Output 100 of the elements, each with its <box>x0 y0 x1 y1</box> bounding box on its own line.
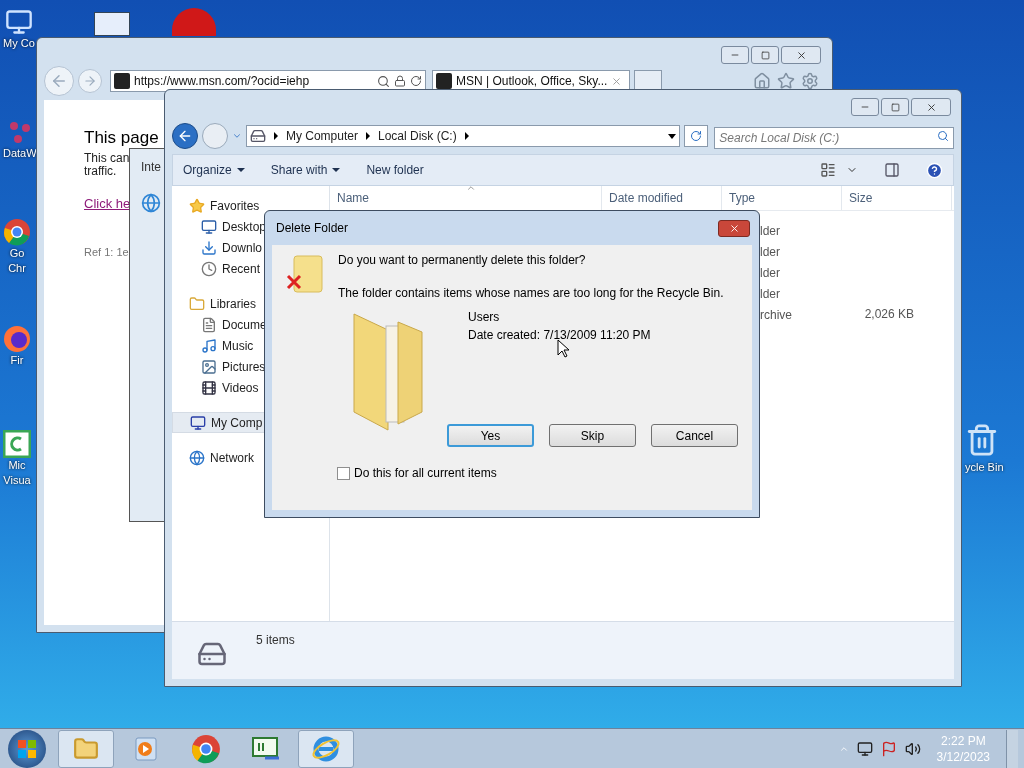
firefox-icon <box>3 325 31 353</box>
desktop-icon-label[interactable]: Visua <box>3 473 31 488</box>
maximize-button[interactable] <box>881 98 909 116</box>
column-header[interactable]: Size <box>842 186 952 210</box>
breadcrumb-arrow-icon <box>273 132 278 140</box>
file-type-cell: lder <box>760 244 780 259</box>
nav-item[interactable]: Favorites <box>172 195 329 216</box>
play-icon <box>133 735 159 762</box>
view-options-icon[interactable] <box>820 162 836 178</box>
help-icon[interactable] <box>926 161 943 179</box>
close-button[interactable] <box>911 98 951 116</box>
browser-tab[interactable]: MSN | Outlook, Office, Sky... <box>432 70 630 92</box>
breadcrumb-bar[interactable]: My Computer Local Disk (C:) <box>245 125 681 147</box>
taskbar-app-button[interactable] <box>298 729 354 768</box>
desktop-icon-label[interactable]: Fir <box>10 353 24 368</box>
minimize-button[interactable] <box>721 46 749 64</box>
taskbar-app-button[interactable] <box>58 729 114 768</box>
close-button[interactable] <box>781 46 821 64</box>
chrome-icon <box>191 733 221 764</box>
search-icon[interactable] <box>937 130 949 142</box>
toolbar-button[interactable]: Organize <box>183 161 245 179</box>
file-type-cell: rchive <box>760 307 792 322</box>
settings-icon[interactable] <box>801 72 819 90</box>
dialog-question: Do you want to permanently delete this folder? <box>338 252 587 269</box>
history-dropdown-icon[interactable] <box>231 131 242 141</box>
folder-name: Users <box>468 309 501 326</box>
checkbox[interactable] <box>337 466 350 480</box>
maximize-icon <box>760 50 770 60</box>
dialog-message: The folder contains items whose names are too long for the Recycle Bin. <box>338 285 724 302</box>
star-icon <box>189 197 205 214</box>
globe-icon <box>141 193 161 213</box>
flag-icon[interactable] <box>880 740 897 757</box>
close-tab-icon[interactable] <box>611 75 623 87</box>
breadcrumb-item[interactable]: My Computer <box>285 127 358 145</box>
refresh-icon[interactable] <box>410 75 422 87</box>
mouse-pointer-icon <box>557 339 569 358</box>
site-icon <box>114 73 130 89</box>
film-icon <box>201 379 217 396</box>
star-icon[interactable] <box>777 72 795 90</box>
home-icon[interactable] <box>753 72 771 90</box>
search-icon[interactable] <box>377 74 390 88</box>
dropdown-arrow-icon <box>236 168 245 172</box>
lock-icon <box>394 75 406 87</box>
breadcrumb-arrow-icon <box>365 132 370 140</box>
desktop-icon-label[interactable]: Go <box>9 246 25 261</box>
page-text: This can <box>84 152 130 165</box>
volume-icon[interactable] <box>904 740 921 757</box>
show-desktop-button[interactable] <box>1006 729 1018 768</box>
desktop-icon-label[interactable]: DataW <box>3 146 37 161</box>
maximize-icon <box>890 102 900 112</box>
minimize-button[interactable] <box>851 98 879 116</box>
page-link[interactable]: Click he <box>84 194 131 214</box>
dialog-button[interactable]: Yes <box>447 424 534 447</box>
dialog-title: Delete Folder <box>276 220 349 237</box>
preview-pane-icon[interactable] <box>884 162 900 178</box>
desktop-icon-label[interactable]: Chr <box>8 261 26 276</box>
close-icon <box>728 222 740 234</box>
folder-icon <box>189 295 205 312</box>
page-heading: This page <box>84 128 159 148</box>
windows-logo-icon <box>17 738 37 759</box>
code-window-icon <box>251 735 281 762</box>
download-icon <box>201 239 217 256</box>
address-field[interactable]: https://www.msn.com/?ocid=iehp <box>110 70 426 92</box>
start-button[interactable] <box>8 729 46 768</box>
folder-delete-icon <box>286 254 324 294</box>
breadcrumb-item[interactable]: Local Disk (C:) <box>377 127 457 145</box>
page-text: traffic. <box>84 165 117 178</box>
refresh-button[interactable] <box>684 125 709 147</box>
url-text: https://www.msn.com/?ocid=iehp <box>134 73 310 90</box>
dropdown-arrow-icon[interactable] <box>668 133 677 139</box>
chrome-icon <box>3 218 31 246</box>
toolbar-button[interactable]: New folder <box>366 161 424 179</box>
file-type-cell: lder <box>760 265 780 280</box>
search-field[interactable]: Search Local Disk (C:) <box>714 127 954 149</box>
checkbox-label: Do this for all current items <box>354 465 497 482</box>
document-icon <box>201 316 217 333</box>
file-size-cell-text: 2,026 KB <box>864 305 914 323</box>
tab-title: MSN | Outlook, Office, Sky... <box>456 73 608 90</box>
desktop-icon <box>201 218 217 235</box>
maximize-button[interactable] <box>751 46 779 64</box>
reference-text: Ref 1: 1e <box>84 244 129 260</box>
desktop-icon-label[interactable]: Mic <box>8 458 26 473</box>
close-icon <box>925 101 937 113</box>
forward-arrow-icon <box>83 74 97 88</box>
close-icon <box>795 49 807 61</box>
file-type-cell: lder <box>760 286 780 301</box>
item-count: 5 items <box>256 632 295 649</box>
back-button[interactable] <box>172 123 198 149</box>
close-button[interactable] <box>718 219 750 237</box>
desktop-icon-label[interactable]: My Co <box>3 36 35 51</box>
desktop-icon-label[interactable]: ycle Bin <box>965 460 1004 475</box>
dialog-button[interactable]: Cancel <box>651 424 738 447</box>
dialog-button[interactable]: Skip <box>549 424 636 447</box>
toolbar-button[interactable]: Share with <box>270 161 341 179</box>
file-type-cell: lder <box>760 223 780 238</box>
site-icon <box>436 73 452 89</box>
folder-date: Date created: 7/13/2009 11:20 PM <box>468 327 651 344</box>
refresh-icon <box>690 130 703 142</box>
new-tab-button[interactable] <box>634 70 662 92</box>
clock-icon <box>201 260 217 277</box>
